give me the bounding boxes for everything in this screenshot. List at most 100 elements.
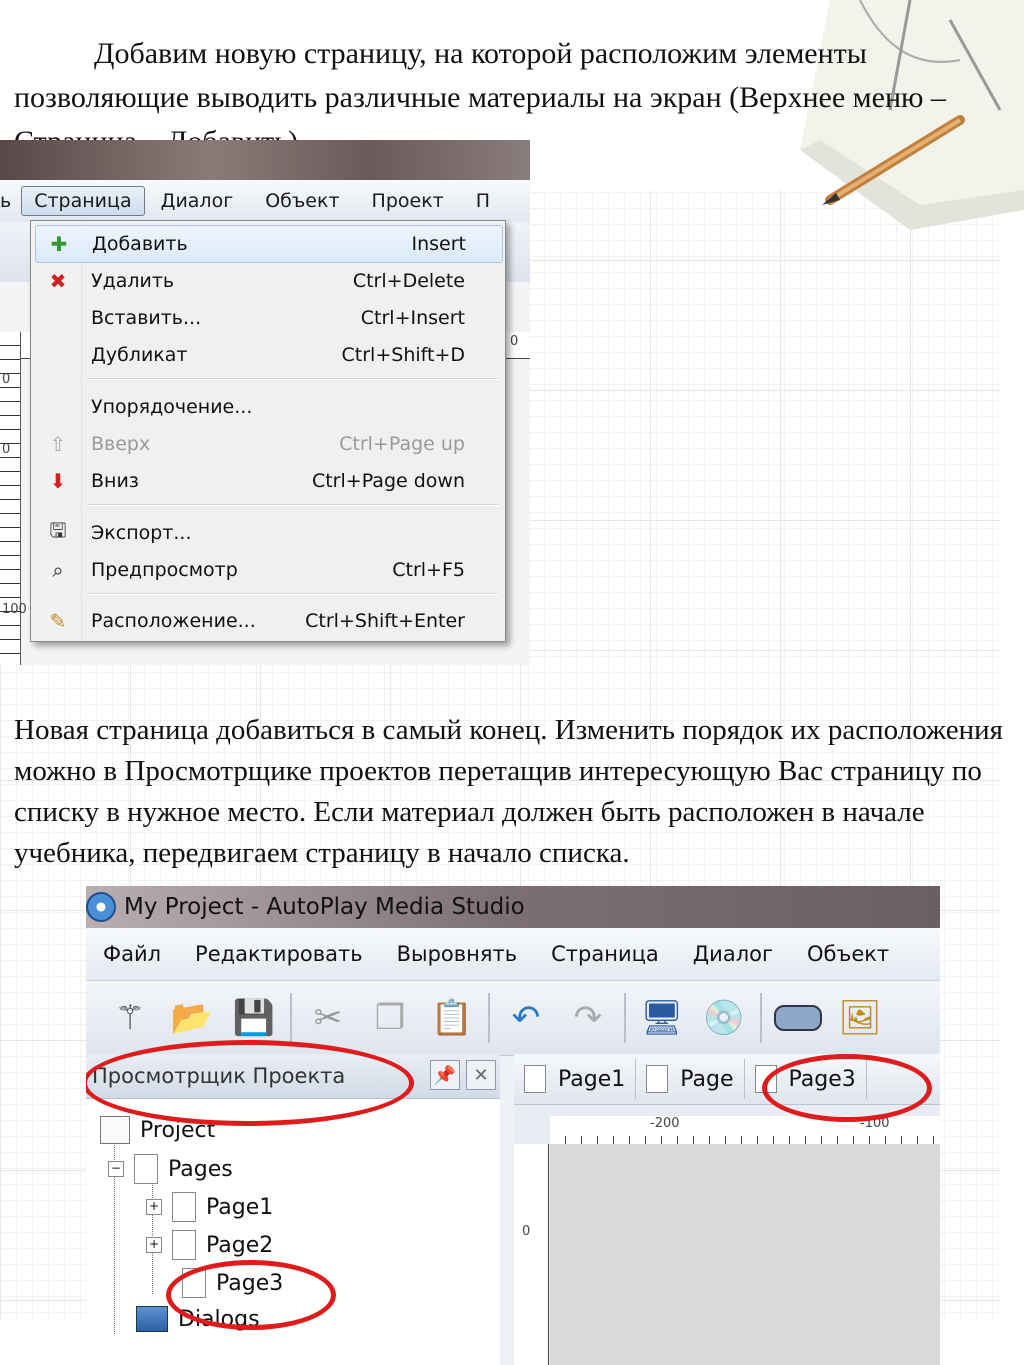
menu-item-shortcut: Ctrl+F5 xyxy=(392,559,465,581)
menu-item-label: Вставить... xyxy=(91,307,202,329)
highlight-ellipse-panel-title xyxy=(86,1040,414,1126)
page-icon xyxy=(172,1230,196,1260)
menu-item-arrange[interactable]: Упорядочение... xyxy=(35,389,501,425)
arrow-up-icon: ⇧ xyxy=(49,432,67,456)
button-object-icon[interactable] xyxy=(772,992,824,1044)
menu-item-insert[interactable]: Вставить... Ctrl+Insert xyxy=(35,300,501,336)
menu-item-duplicate[interactable]: Дубликат Ctrl+Shift+D xyxy=(35,337,501,373)
highlight-ellipse-tab-page3 xyxy=(762,1054,932,1122)
monitor-icon[interactable]: 🖥 xyxy=(636,992,688,1044)
window-titlebar xyxy=(0,140,530,180)
menu-separator xyxy=(87,593,499,595)
menu-page[interactable]: Страница xyxy=(534,942,676,966)
ruler-left: 0 xyxy=(514,1144,549,1365)
menu-object[interactable]: Объект xyxy=(249,190,355,212)
ruler-label: 0 xyxy=(510,334,519,349)
tree-item-label: Page2 xyxy=(206,1232,274,1258)
menu-item-label: Расположение... xyxy=(91,610,256,632)
ruler-label: 0 xyxy=(522,1224,531,1239)
expand-icon[interactable]: + xyxy=(146,1237,162,1253)
arrow-down-icon: ⬇ xyxy=(49,469,67,493)
menu-object[interactable]: Объект xyxy=(790,942,906,966)
tab-page2[interactable]: Page xyxy=(636,1059,745,1099)
app-screenshot: My Project - AutoPlay Media Studio Файл … xyxy=(86,886,940,1365)
collapse-icon[interactable]: − xyxy=(108,1161,124,1177)
menu-item-shortcut: Ctrl+Insert xyxy=(360,307,465,329)
toolbar-divider xyxy=(624,993,626,1043)
menu-file-partial[interactable]: ь xyxy=(0,190,21,212)
image-object-icon[interactable]: 🖼 xyxy=(834,992,886,1044)
delete-page-icon: ✖ xyxy=(49,269,67,293)
ruler-top: -200 -100 xyxy=(550,1116,940,1145)
expand-icon[interactable]: + xyxy=(146,1199,162,1215)
toolbar-divider xyxy=(290,993,292,1043)
window-title: My Project - AutoPlay Media Studio xyxy=(124,894,525,920)
menu-item-label: Вверх xyxy=(91,433,151,455)
cut-icon[interactable]: ✂ xyxy=(302,992,354,1044)
menu-item-label: Вниз xyxy=(91,470,139,492)
menu-item-label: Предпросмотр xyxy=(91,559,238,581)
menu-file[interactable]: Файл xyxy=(86,942,178,966)
tab-label: Page xyxy=(680,1066,734,1092)
cd-icon[interactable]: 💿 xyxy=(698,992,750,1044)
ruler-label: 0 xyxy=(2,442,11,457)
page-icon xyxy=(172,1192,196,1222)
redo-icon[interactable]: ↷ xyxy=(562,992,614,1044)
tree-item-page2[interactable]: + Page2 xyxy=(146,1230,273,1260)
menu-item-move-down[interactable]: ⬇ Вниз Ctrl+Page down xyxy=(35,463,501,499)
menu-page[interactable]: Страница xyxy=(21,186,145,216)
menu-edit[interactable]: Редактировать xyxy=(178,942,380,966)
tree-item-pages[interactable]: − Pages xyxy=(108,1154,233,1184)
menu-item-export[interactable]: 🖫 Экспорт... xyxy=(35,515,501,551)
menu-item-preview[interactable]: ⌕ Предпросмотр Ctrl+F5 xyxy=(35,552,501,588)
properties-icon: ✎ xyxy=(49,609,67,633)
menu-item-move-up[interactable]: ⇧ Вверх Ctrl+Page up xyxy=(35,426,501,462)
preview-icon: ⌕ xyxy=(52,558,64,582)
page-dropdown-menu: ✚ Добавить Insert ✖ Удалить Ctrl+Delete … xyxy=(30,220,506,642)
tab-page1[interactable]: Page1 xyxy=(514,1059,637,1099)
menu-screenshot: ь Страница Диалог Объект Проект П 0 0 0 … xyxy=(0,140,530,665)
menu-item-delete[interactable]: ✖ Удалить Ctrl+Delete xyxy=(35,263,501,299)
tree-item-label: Pages xyxy=(168,1156,233,1182)
menubar: Файл Редактировать Выровнять Страница Ди… xyxy=(86,928,940,981)
page-canvas[interactable] xyxy=(550,1144,940,1365)
menu-dialog[interactable]: Диалог xyxy=(145,190,250,212)
tree-item-page1[interactable]: + Page1 xyxy=(146,1192,273,1222)
menu-item-label: Упорядочение... xyxy=(91,396,253,418)
project-icon xyxy=(100,1116,130,1144)
close-icon[interactable]: ✕ xyxy=(466,1060,496,1090)
open-folder-icon[interactable]: 📂 xyxy=(166,992,218,1044)
paste-icon[interactable]: 📋 xyxy=(426,992,478,1044)
menu-dialog[interactable]: Диалог xyxy=(676,942,790,966)
highlight-ellipse-tree-page3 xyxy=(166,1260,336,1330)
pin-icon[interactable]: 📌 xyxy=(430,1060,460,1090)
menu-item-label: Удалить xyxy=(91,270,175,292)
save-icon[interactable]: 💾 xyxy=(228,992,280,1044)
copy-icon[interactable]: ❐ xyxy=(364,992,416,1044)
explanation-paragraph: Новая страница добавиться в самый конец.… xyxy=(14,714,1003,869)
ruler-label: 0 xyxy=(2,372,11,387)
menu-item-label: Дубликат xyxy=(91,344,188,366)
menu-item-label: Добавить xyxy=(92,233,188,255)
menu-project[interactable]: Проект xyxy=(356,190,460,212)
window-titlebar: My Project - AutoPlay Media Studio xyxy=(86,886,940,928)
menu-item-shortcut: Ctrl+Page down xyxy=(311,470,465,492)
menu-item-properties[interactable]: ✎ Расположение... Ctrl+Shift+Enter xyxy=(35,603,501,639)
menu-item-add[interactable]: ✚ Добавить Insert xyxy=(35,225,503,263)
wizard-icon[interactable]: ⚚ xyxy=(104,992,156,1044)
menu-partial[interactable]: П xyxy=(460,190,506,212)
menu-item-label: Экспорт... xyxy=(91,522,192,544)
menu-item-shortcut: Insert xyxy=(411,233,467,255)
page-icon xyxy=(646,1065,669,1093)
menu-separator xyxy=(87,378,499,380)
ruler-label: 100 xyxy=(2,602,27,617)
undo-icon[interactable]: ↶ xyxy=(500,992,552,1044)
menu-item-shortcut: Ctrl+Page up xyxy=(339,433,465,455)
toolbar-divider xyxy=(760,993,762,1043)
add-page-icon: ✚ xyxy=(50,232,68,256)
pages-icon xyxy=(134,1154,158,1184)
menubar: ь Страница Диалог Объект Проект П xyxy=(0,180,530,223)
menu-item-shortcut: Ctrl+Delete xyxy=(352,270,465,292)
menu-align[interactable]: Выровнять xyxy=(380,942,535,966)
menu-item-shortcut: Ctrl+Shift+D xyxy=(341,344,465,366)
